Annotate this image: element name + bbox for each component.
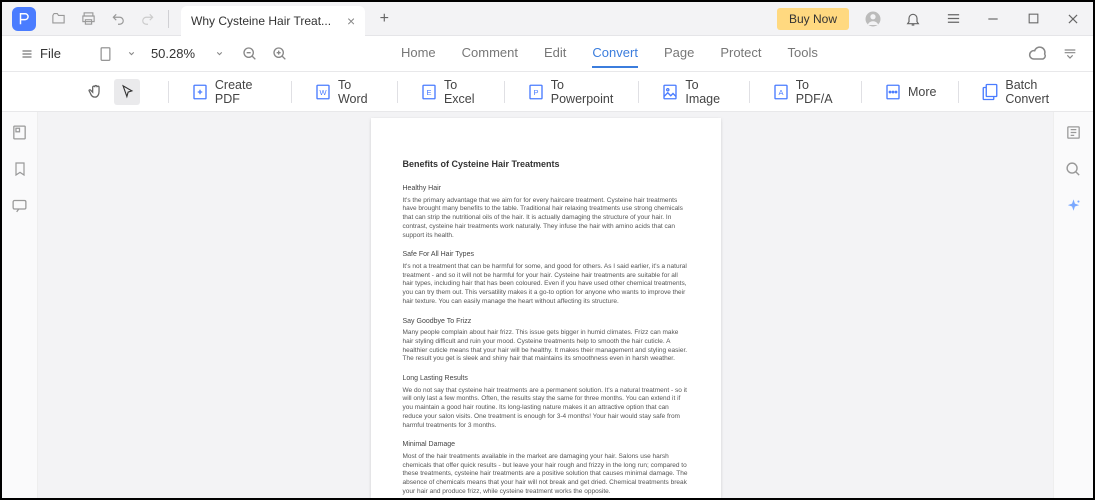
section-body: It's the primary advantage that we aim f… (403, 197, 689, 241)
cloud-icon[interactable] (1027, 43, 1049, 65)
menu-page[interactable]: Page (664, 39, 694, 68)
notifications-icon[interactable] (897, 5, 929, 33)
menu-protect[interactable]: Protect (720, 39, 761, 68)
section-body: Most of the hair treatments available in… (403, 453, 689, 497)
new-tab-button[interactable]: + (371, 6, 397, 32)
to-word-button[interactable]: WTo Word (304, 74, 385, 110)
document-page: Benefits of Cysteine Hair Treatments Hea… (371, 118, 721, 498)
tab-title: Why Cysteine Hair Treat... (191, 14, 331, 28)
section-body: It's not a treatment that can be harmful… (403, 263, 689, 307)
menu-comment[interactable]: Comment (462, 39, 518, 68)
open-file-icon[interactable] (44, 5, 72, 33)
panel-toggle-icon[interactable] (1059, 43, 1081, 65)
to-excel-button[interactable]: ETo Excel (410, 74, 492, 110)
document-tab[interactable]: Why Cysteine Hair Treat... × (181, 6, 365, 36)
svg-text:A: A (778, 88, 783, 97)
menu-home[interactable]: Home (401, 39, 436, 68)
section-body: Many people complain about hair frizz. T… (403, 329, 689, 364)
comments-panel-icon[interactable] (11, 197, 28, 214)
hamburger-menu-icon[interactable] (937, 5, 969, 33)
close-window-icon[interactable] (1057, 5, 1089, 33)
menu-convert[interactable]: Convert (592, 39, 638, 68)
maximize-icon[interactable] (1017, 5, 1049, 33)
app-logo[interactable] (12, 7, 36, 31)
section-heading: Healthy Hair (403, 184, 689, 193)
section-heading: Safe For All Hair Types (403, 250, 689, 259)
zoom-value[interactable]: 50.28% (151, 46, 203, 61)
section-heading: Long Lasting Results (403, 374, 689, 383)
page-display-chevron-icon[interactable] (121, 43, 143, 65)
ai-sparkle-icon[interactable] (1065, 198, 1082, 215)
section-heading: Say Goodbye To Frizz (403, 317, 689, 326)
to-pdfa-button[interactable]: ATo PDF/A (762, 74, 849, 110)
zoom-out-icon[interactable] (239, 43, 261, 65)
thumbnails-icon[interactable] (11, 124, 28, 141)
page-display-icon[interactable] (95, 43, 117, 65)
account-icon[interactable] (857, 5, 889, 33)
svg-text:W: W (319, 88, 327, 97)
to-image-button[interactable]: To Image (651, 74, 737, 110)
document-title: Benefits of Cysteine Hair Treatments (403, 158, 689, 170)
to-powerpoint-button[interactable]: PTo Powerpoint (517, 74, 627, 110)
file-label: File (40, 46, 61, 61)
properties-icon[interactable] (1065, 124, 1082, 141)
search-icon[interactable] (1065, 161, 1082, 178)
zoom-chevron-icon[interactable] (209, 43, 231, 65)
bookmarks-icon[interactable] (12, 161, 28, 177)
menu-tools[interactable]: Tools (788, 39, 818, 68)
print-icon[interactable] (74, 5, 102, 33)
create-pdf-button[interactable]: Create PDF (181, 74, 279, 110)
section-heading: Minimal Damage (403, 440, 689, 449)
section-body: We do not say that cysteine hair treatme… (403, 387, 689, 431)
svg-text:E: E (426, 88, 431, 97)
select-tool-icon[interactable] (114, 79, 140, 105)
menu-edit[interactable]: Edit (544, 39, 566, 68)
svg-text:P: P (533, 88, 538, 97)
redo-icon[interactable] (134, 5, 162, 33)
file-menu-button[interactable]: File (14, 42, 67, 65)
zoom-in-icon[interactable] (269, 43, 291, 65)
document-canvas[interactable]: Benefits of Cysteine Hair Treatments Hea… (38, 112, 1053, 498)
more-button[interactable]: More (874, 79, 946, 105)
undo-icon[interactable] (104, 5, 132, 33)
buy-now-button[interactable]: Buy Now (777, 8, 849, 30)
hand-tool-icon[interactable] (82, 79, 108, 105)
batch-convert-button[interactable]: Batch Convert (971, 74, 1081, 110)
close-tab-icon[interactable]: × (347, 13, 355, 29)
minimize-icon[interactable] (977, 5, 1009, 33)
